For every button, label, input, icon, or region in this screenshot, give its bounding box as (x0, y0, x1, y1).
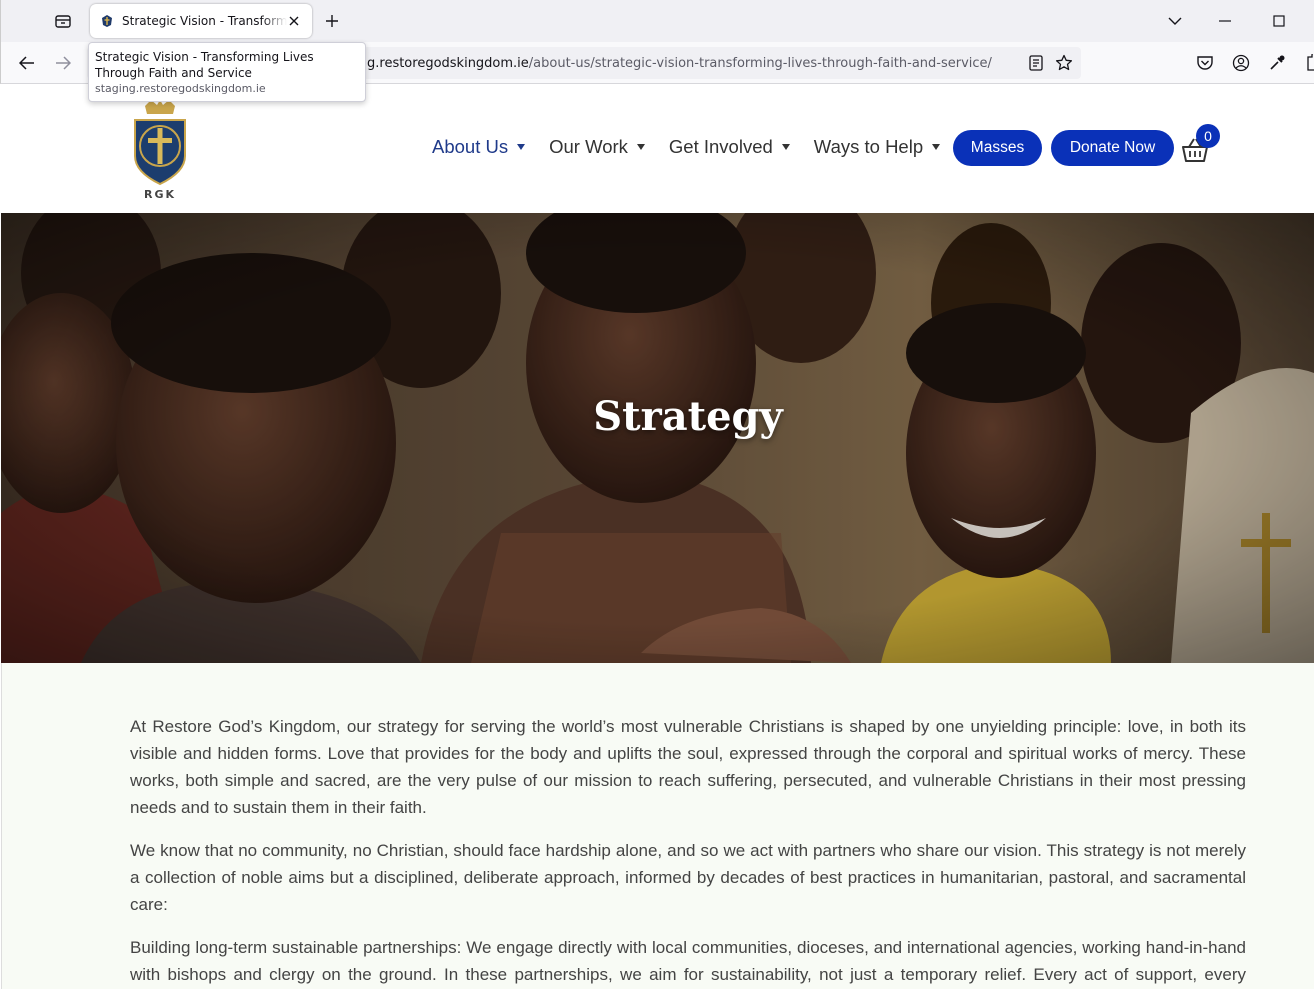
url-host: g.restoregodskingdom.ie (367, 56, 529, 71)
eyedropper-icon[interactable] (1267, 53, 1287, 73)
content-paragraph: Building long-term sustainable partnersh… (130, 938, 1246, 984)
url-text: g.restoregodskingdom.ie/about-us/strateg… (367, 56, 992, 71)
caret-down-icon (932, 144, 941, 150)
menu-item-our-work[interactable]: Our Work (549, 136, 645, 158)
caret-down-icon (636, 144, 645, 150)
maximize-icon[interactable] (1269, 12, 1289, 30)
favicon-icon (100, 14, 114, 28)
tab-tooltip: Strategic Vision - Transforming Lives Th… (88, 42, 366, 102)
extensions-icon[interactable] (1301, 53, 1314, 73)
caret-down-icon (517, 144, 526, 150)
menu-item-label: Get Involved (668, 136, 773, 157)
url-path: /about-us/strategic-vision-transforming-… (528, 56, 992, 71)
minimize-icon[interactable] (1215, 12, 1235, 30)
browser-tab-bar: Strategic Vision - Transforming Lives Th… (0, 0, 1314, 42)
main-content: At Restore God’s Kingdom, our strategy f… (1, 663, 1314, 989)
bookmark-star-icon[interactable] (1055, 54, 1073, 72)
content-paragraph: At Restore God’s Kingdom, our strategy f… (130, 717, 1246, 817)
tooltip-host: staging.restoregodskingdom.ie (95, 82, 266, 95)
back-icon[interactable] (15, 52, 39, 74)
forward-icon[interactable] (51, 52, 75, 74)
donate-now-button[interactable]: Donate Now (1051, 130, 1174, 166)
logo-text: RGK (143, 188, 177, 201)
close-tab-icon[interactable] (286, 13, 302, 29)
pocket-icon[interactable] (1195, 53, 1215, 73)
reader-view-icon[interactable] (1027, 54, 1045, 72)
content-paragraph: We know that no community, no Christian,… (130, 841, 1246, 914)
menu-item-label: Our Work (549, 136, 628, 157)
tooltip-title: Strategic Vision - Transforming Lives Th… (95, 50, 314, 80)
menu-item-label: About Us (432, 136, 509, 157)
tab-title: Strategic Vision - Transforming Lives Th… (122, 14, 287, 28)
new-tab-icon[interactable] (321, 10, 343, 32)
caret-down-icon (781, 144, 790, 150)
menu-item-get-involved[interactable]: Get Involved (669, 136, 790, 158)
cart-count-badge: 0 (1196, 124, 1220, 148)
menu-item-ways-to-help[interactable]: Ways to Help (813, 136, 941, 158)
main-menu: About Us Our Work Get Involved Ways to H… (432, 136, 964, 158)
menu-item-about-us[interactable]: About Us (432, 136, 526, 158)
tab-list-icon[interactable] (49, 8, 77, 34)
tabs-overflow-icon[interactable] (1165, 12, 1185, 30)
logo-emblem-icon (134, 100, 186, 186)
browser-tab[interactable]: Strategic Vision - Transforming Lives Th… (90, 4, 312, 38)
masses-button[interactable]: Masses (953, 130, 1042, 166)
site-header: RGK About Us Our Work Get Involved Ways … (1, 84, 1314, 213)
page-title: Strategy (593, 393, 783, 440)
account-icon[interactable] (1231, 53, 1251, 73)
site-logo[interactable]: RGK (127, 100, 193, 204)
menu-item-label: Ways to Help (813, 136, 924, 157)
hero-banner: Strategy (1, 213, 1314, 663)
